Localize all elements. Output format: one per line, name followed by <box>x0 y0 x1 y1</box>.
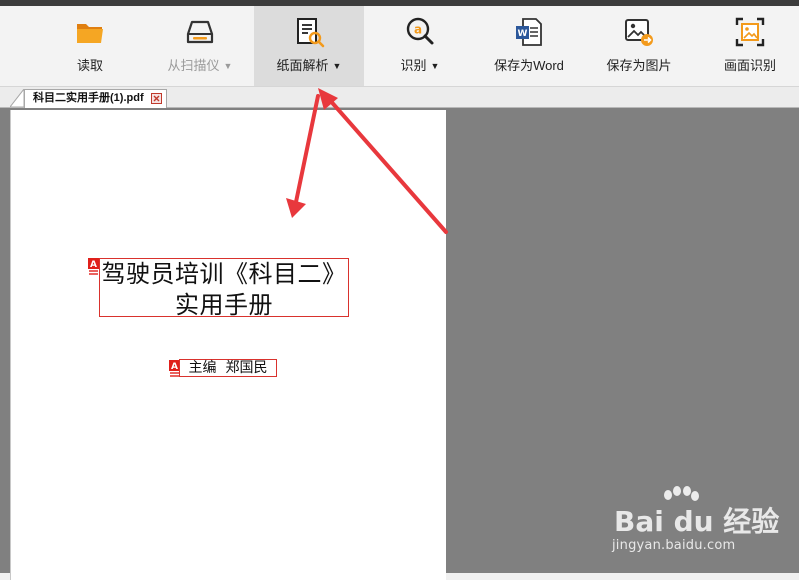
recognize-dropdown-caret[interactable]: ▼ <box>431 61 440 71</box>
paper-analysis-button[interactable]: 纸面解析 ▼ <box>254 6 364 86</box>
author-text-region[interactable]: 主编 郑国民 <box>179 359 277 377</box>
document-author: 主编 郑国民 <box>188 360 268 376</box>
save-as-word-button[interactable]: W 保存为Word <box>482 6 576 86</box>
recognize-label: 识别 <box>400 58 427 73</box>
read-button[interactable]: 读取 <box>56 6 124 86</box>
scanner-label: 从扫描仪 <box>167 58 220 73</box>
svg-text:A: A <box>90 260 97 270</box>
recognize-icon: a <box>406 17 434 45</box>
recognize-button[interactable]: a 识别 ▼ <box>382 6 458 86</box>
watermark-logo: Bai du 经验 <box>614 505 780 538</box>
svg-text:A: A <box>171 362 178 372</box>
close-icon[interactable] <box>150 93 162 104</box>
paper-analysis-dropdown-caret[interactable]: ▼ <box>333 61 342 71</box>
scanner-button[interactable]: 从扫描仪 ▼ <box>150 6 250 86</box>
baidu-jingyan-watermark: Bai du 经验 jingyan.baidu.com <box>612 486 792 566</box>
word-icon: W <box>516 18 542 46</box>
document-title-line-1: 驾驶员培训《科目二》 <box>101 260 347 288</box>
document-tab[interactable]: 科目二实用手册(1).pdf <box>24 89 167 108</box>
toolbar: 读取 从扫描仪 ▼ 纸面解析 ▼ a 识别 ▼ W 保存为Word 保存为图片 … <box>0 6 799 87</box>
title-text-region[interactable]: 驾驶员培训《科目二》 实用手册 <box>99 258 349 319</box>
save-as-word-label: 保存为Word <box>494 58 564 73</box>
document-tab-label: 科目二实用手册(1).pdf <box>33 92 144 104</box>
text-region-marker-icon[interactable]: A <box>88 258 99 276</box>
folder-icon <box>77 24 103 43</box>
screen-capture-icon <box>735 17 765 47</box>
save-as-image-label: 保存为图片 <box>606 58 672 73</box>
screen-recognize-label: 画面识别 <box>723 58 776 73</box>
scanner-dropdown-caret[interactable]: ▼ <box>224 61 233 71</box>
watermark-site: jingyan.baidu.com <box>612 538 736 553</box>
pdf-page[interactable]: A 驾驶员培训《科目二》 实用手册 A 主编 郑国民 <box>10 110 446 580</box>
paper-analysis-label: 纸面解析 <box>276 58 329 73</box>
save-image-icon <box>625 19 653 46</box>
document-title: 驾驶员培训《科目二》 实用手册 <box>100 259 348 321</box>
save-as-image-button[interactable]: 保存为图片 <box>596 6 682 86</box>
document-title-line-2: 实用手册 <box>175 291 273 319</box>
document-tab-bar: 科目二实用手册(1).pdf <box>0 87 799 108</box>
tab-edge-decoration <box>10 89 24 107</box>
scanner-icon <box>186 20 214 44</box>
screen-recognize-button[interactable]: 画面识别 <box>712 6 788 86</box>
read-label: 读取 <box>76 58 103 73</box>
svg-text:W: W <box>518 29 528 39</box>
document-search-icon <box>297 18 325 48</box>
svg-text:a: a <box>414 23 422 37</box>
